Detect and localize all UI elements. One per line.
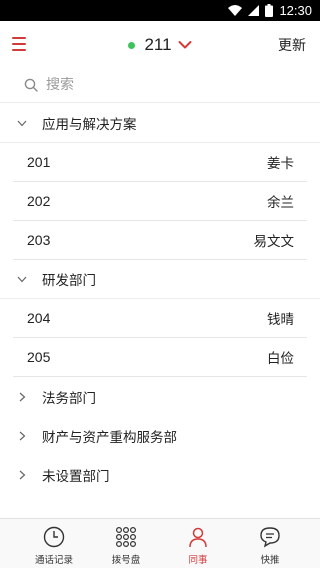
tab-label: 拨号盘 — [111, 555, 141, 566]
contact-name: 余兰 — [267, 195, 294, 211]
contact-extension: 203 — [27, 232, 51, 248]
group-header[interactable]: 应用与解决方案 — [0, 104, 320, 143]
tab-colleagues[interactable]: 同事 — [162, 519, 234, 568]
extension-status: 211 — [0, 35, 320, 55]
bottom-tab-bar: 通话记录 拨号盘 同事 快推 — [0, 518, 320, 568]
search-bar — [0, 67, 320, 103]
tab-label: 通话记录 — [34, 555, 73, 566]
group-header[interactable]: 财产与资产重构服务部 — [0, 416, 320, 455]
group-label: 法务部门 — [42, 390, 96, 407]
contact-row[interactable]: 202 余兰 — [13, 182, 307, 221]
contact-name: 姜卡 — [267, 156, 294, 172]
dialpad-icon — [114, 525, 138, 549]
group-header[interactable]: 未设置部门 — [0, 455, 320, 494]
chevron-right-icon — [17, 431, 27, 441]
chevron-right-icon — [17, 470, 27, 480]
signal-icon — [248, 5, 260, 16]
chevron-right-icon — [17, 392, 27, 402]
status-bar: 12:30 — [0, 0, 320, 21]
status-time: 12:30 — [279, 3, 312, 18]
contact-name: 钱晴 — [267, 312, 294, 328]
chevron-down-icon — [17, 118, 27, 128]
contact-extension: 204 — [27, 310, 51, 326]
extension-number[interactable]: 211 — [144, 35, 171, 55]
group-label: 财产与资产重构服务部 — [42, 429, 177, 446]
contact-row[interactable]: 203 易文文 — [13, 221, 307, 260]
top-bar: 211 更新 — [0, 21, 320, 67]
online-status-dot — [128, 41, 136, 49]
tab-call-history[interactable]: 通话记录 — [18, 519, 90, 568]
group-header[interactable]: 法务部门 — [0, 377, 320, 416]
tab-dialpad[interactable]: 拨号盘 — [90, 519, 162, 568]
chat-bubble-icon — [258, 525, 282, 549]
chevron-down-icon — [17, 274, 27, 284]
contacts-icon — [186, 525, 210, 549]
chevron-down-icon[interactable] — [178, 40, 192, 50]
battery-icon — [265, 4, 274, 17]
wifi-icon — [228, 5, 243, 16]
tab-label: 快推 — [260, 555, 280, 566]
colleague-list: 应用与解决方案 201 姜卡 202 余兰 203 易文文 研发部门 204 钱… — [0, 104, 320, 494]
contact-name: 白俭 — [267, 351, 294, 367]
tab-label: 同事 — [188, 555, 208, 566]
contact-extension: 201 — [27, 154, 51, 170]
contact-extension: 202 — [27, 193, 51, 209]
contact-extension: 205 — [27, 349, 51, 365]
tab-quick-push[interactable]: 快推 — [234, 519, 306, 568]
hamburger-menu-icon[interactable] — [12, 37, 26, 51]
group-header[interactable]: 研发部门 — [0, 260, 320, 299]
update-button[interactable]: 更新 — [278, 35, 306, 55]
search-icon — [24, 78, 38, 92]
contact-name: 易文文 — [253, 234, 295, 250]
search-input[interactable] — [46, 76, 286, 93]
group-label: 未设置部门 — [42, 468, 110, 485]
contact-row[interactable]: 204 钱晴 — [13, 299, 307, 338]
contact-row[interactable]: 205 白俭 — [13, 338, 307, 377]
group-label: 应用与解决方案 — [42, 117, 137, 133]
group-label: 研发部门 — [42, 273, 96, 289]
clock-icon — [42, 525, 66, 549]
contact-row[interactable]: 201 姜卡 — [13, 143, 307, 182]
